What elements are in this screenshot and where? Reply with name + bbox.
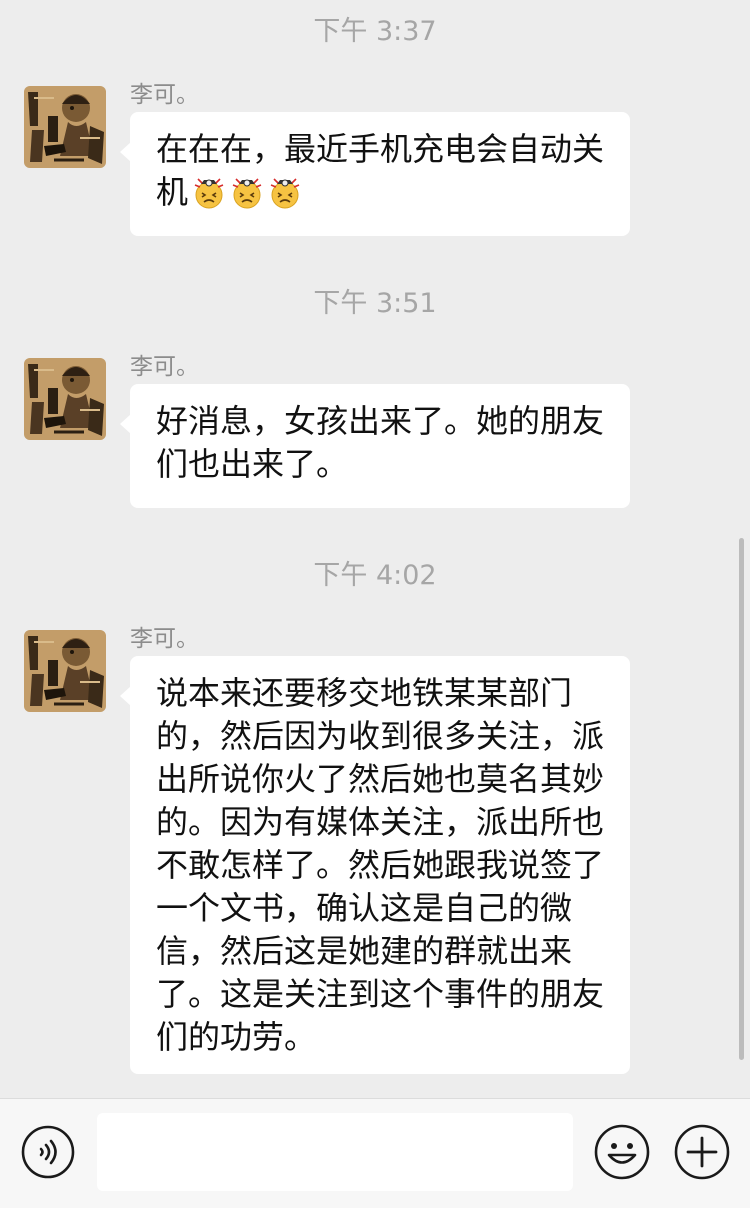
- message-input[interactable]: [97, 1113, 573, 1191]
- chat-input-bar: [0, 1098, 750, 1208]
- message-text: 好消息，女孩出来了。她的朋友们也出来了。: [156, 402, 605, 483]
- message-timestamp: 下午 3:37: [313, 16, 437, 47]
- emoji-group: [188, 173, 302, 211]
- tired-face-emoji-icon: [268, 175, 302, 209]
- avatar-image: [24, 630, 106, 712]
- voice-button[interactable]: [21, 1125, 75, 1179]
- sender-name: 李可。: [130, 626, 199, 652]
- message-bubble[interactable]: 好消息，女孩出来了。她的朋友们也出来了。: [120, 384, 630, 508]
- sender-name: 李可。: [130, 82, 199, 108]
- emoji-button[interactable]: [594, 1124, 650, 1180]
- message-bubble[interactable]: 说本来还要移交地铁某某部门的，然后因为收到很多关注，派出所说你火了然后她也莫名其…: [120, 656, 630, 1074]
- scrollbar[interactable]: [739, 538, 744, 1060]
- tired-face-emoji-icon: [192, 175, 226, 209]
- smiley-icon: [594, 1124, 650, 1180]
- avatar[interactable]: [24, 630, 106, 712]
- message-text: 说本来还要移交地铁某某部门的，然后因为收到很多关注，派出所说你火了然后她也莫名其…: [156, 674, 605, 1056]
- tired-face-emoji-icon: [230, 175, 264, 209]
- message-timestamp: 下午 3:51: [313, 288, 437, 319]
- sender-name: 李可。: [130, 354, 199, 380]
- message-timestamp: 下午 4:02: [313, 560, 437, 591]
- plus-icon: [674, 1124, 730, 1180]
- avatar[interactable]: [24, 358, 106, 440]
- avatar[interactable]: [24, 86, 106, 168]
- voice-icon: [21, 1125, 75, 1179]
- more-button[interactable]: [674, 1124, 730, 1180]
- avatar-image: [24, 358, 106, 440]
- chat-area[interactable]: 下午 3:37 李可。 在在在，最近手机充电会自动关机 下午 3:51 李可。 …: [0, 0, 750, 1098]
- avatar-image: [24, 86, 106, 168]
- message-bubble[interactable]: 在在在，最近手机充电会自动关机: [120, 112, 630, 236]
